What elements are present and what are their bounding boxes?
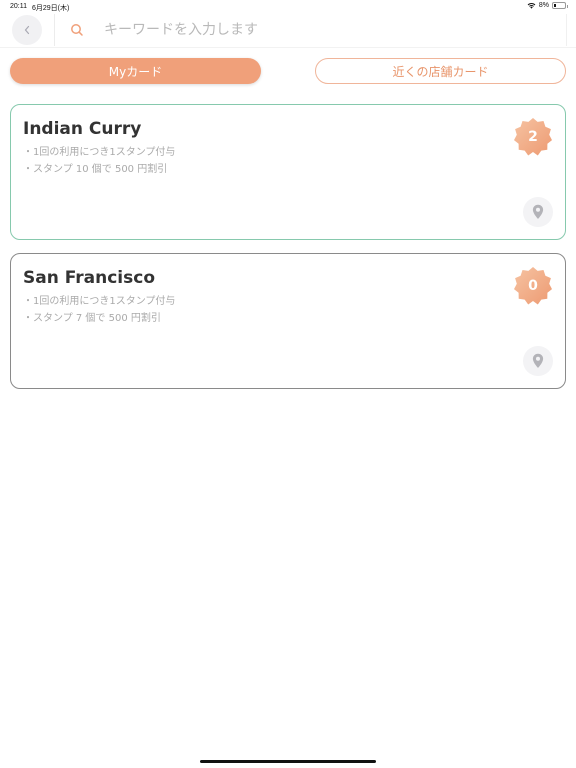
stamp-count: 0 (528, 278, 538, 294)
wifi-icon (527, 3, 536, 9)
card-title: San Francisco (23, 268, 155, 288)
card-rule: ・スタンプ 10 個で 500 円割引 (23, 164, 168, 175)
divider (566, 14, 567, 46)
card-rule: ・スタンプ 7 個で 500 円割引 (23, 313, 161, 324)
card-rule: ・1回の利用につき1スタンプ付与 (23, 296, 176, 307)
map-pin-icon (532, 204, 544, 219)
tab-nearby-store-cards[interactable]: 近くの店舗カード (315, 58, 566, 84)
back-button[interactable] (12, 15, 42, 45)
chevron-left-icon (24, 25, 30, 35)
divider (54, 14, 55, 46)
stamp-count-badge: 0 (513, 266, 553, 306)
stamp-count-badge: 2 (513, 117, 553, 157)
map-pin-button[interactable] (523, 346, 553, 376)
search-input[interactable] (104, 15, 544, 45)
status-indicators: 8% (527, 2, 568, 9)
battery-percent: 8% (538, 2, 549, 9)
map-pin-icon (532, 353, 544, 368)
home-indicator (200, 760, 376, 763)
tab-my-cards[interactable]: Myカード (10, 58, 261, 84)
map-pin-button[interactable] (523, 197, 553, 227)
stamp-count: 2 (528, 129, 538, 145)
stamp-card[interactable]: San Francisco ・1回の利用につき1スタンプ付与 ・スタンプ 7 個… (10, 253, 566, 389)
divider (0, 47, 576, 48)
status-time: 20:11 (10, 3, 27, 10)
card-title: Indian Curry (23, 119, 142, 139)
battery-icon (552, 2, 568, 9)
stamp-card[interactable]: Indian Curry ・1回の利用につき1スタンプ付与 ・スタンプ 10 個… (10, 104, 566, 240)
search-bar (0, 12, 576, 48)
card-rule: ・1回の利用につき1スタンプ付与 (23, 147, 176, 158)
search-icon (71, 24, 83, 36)
